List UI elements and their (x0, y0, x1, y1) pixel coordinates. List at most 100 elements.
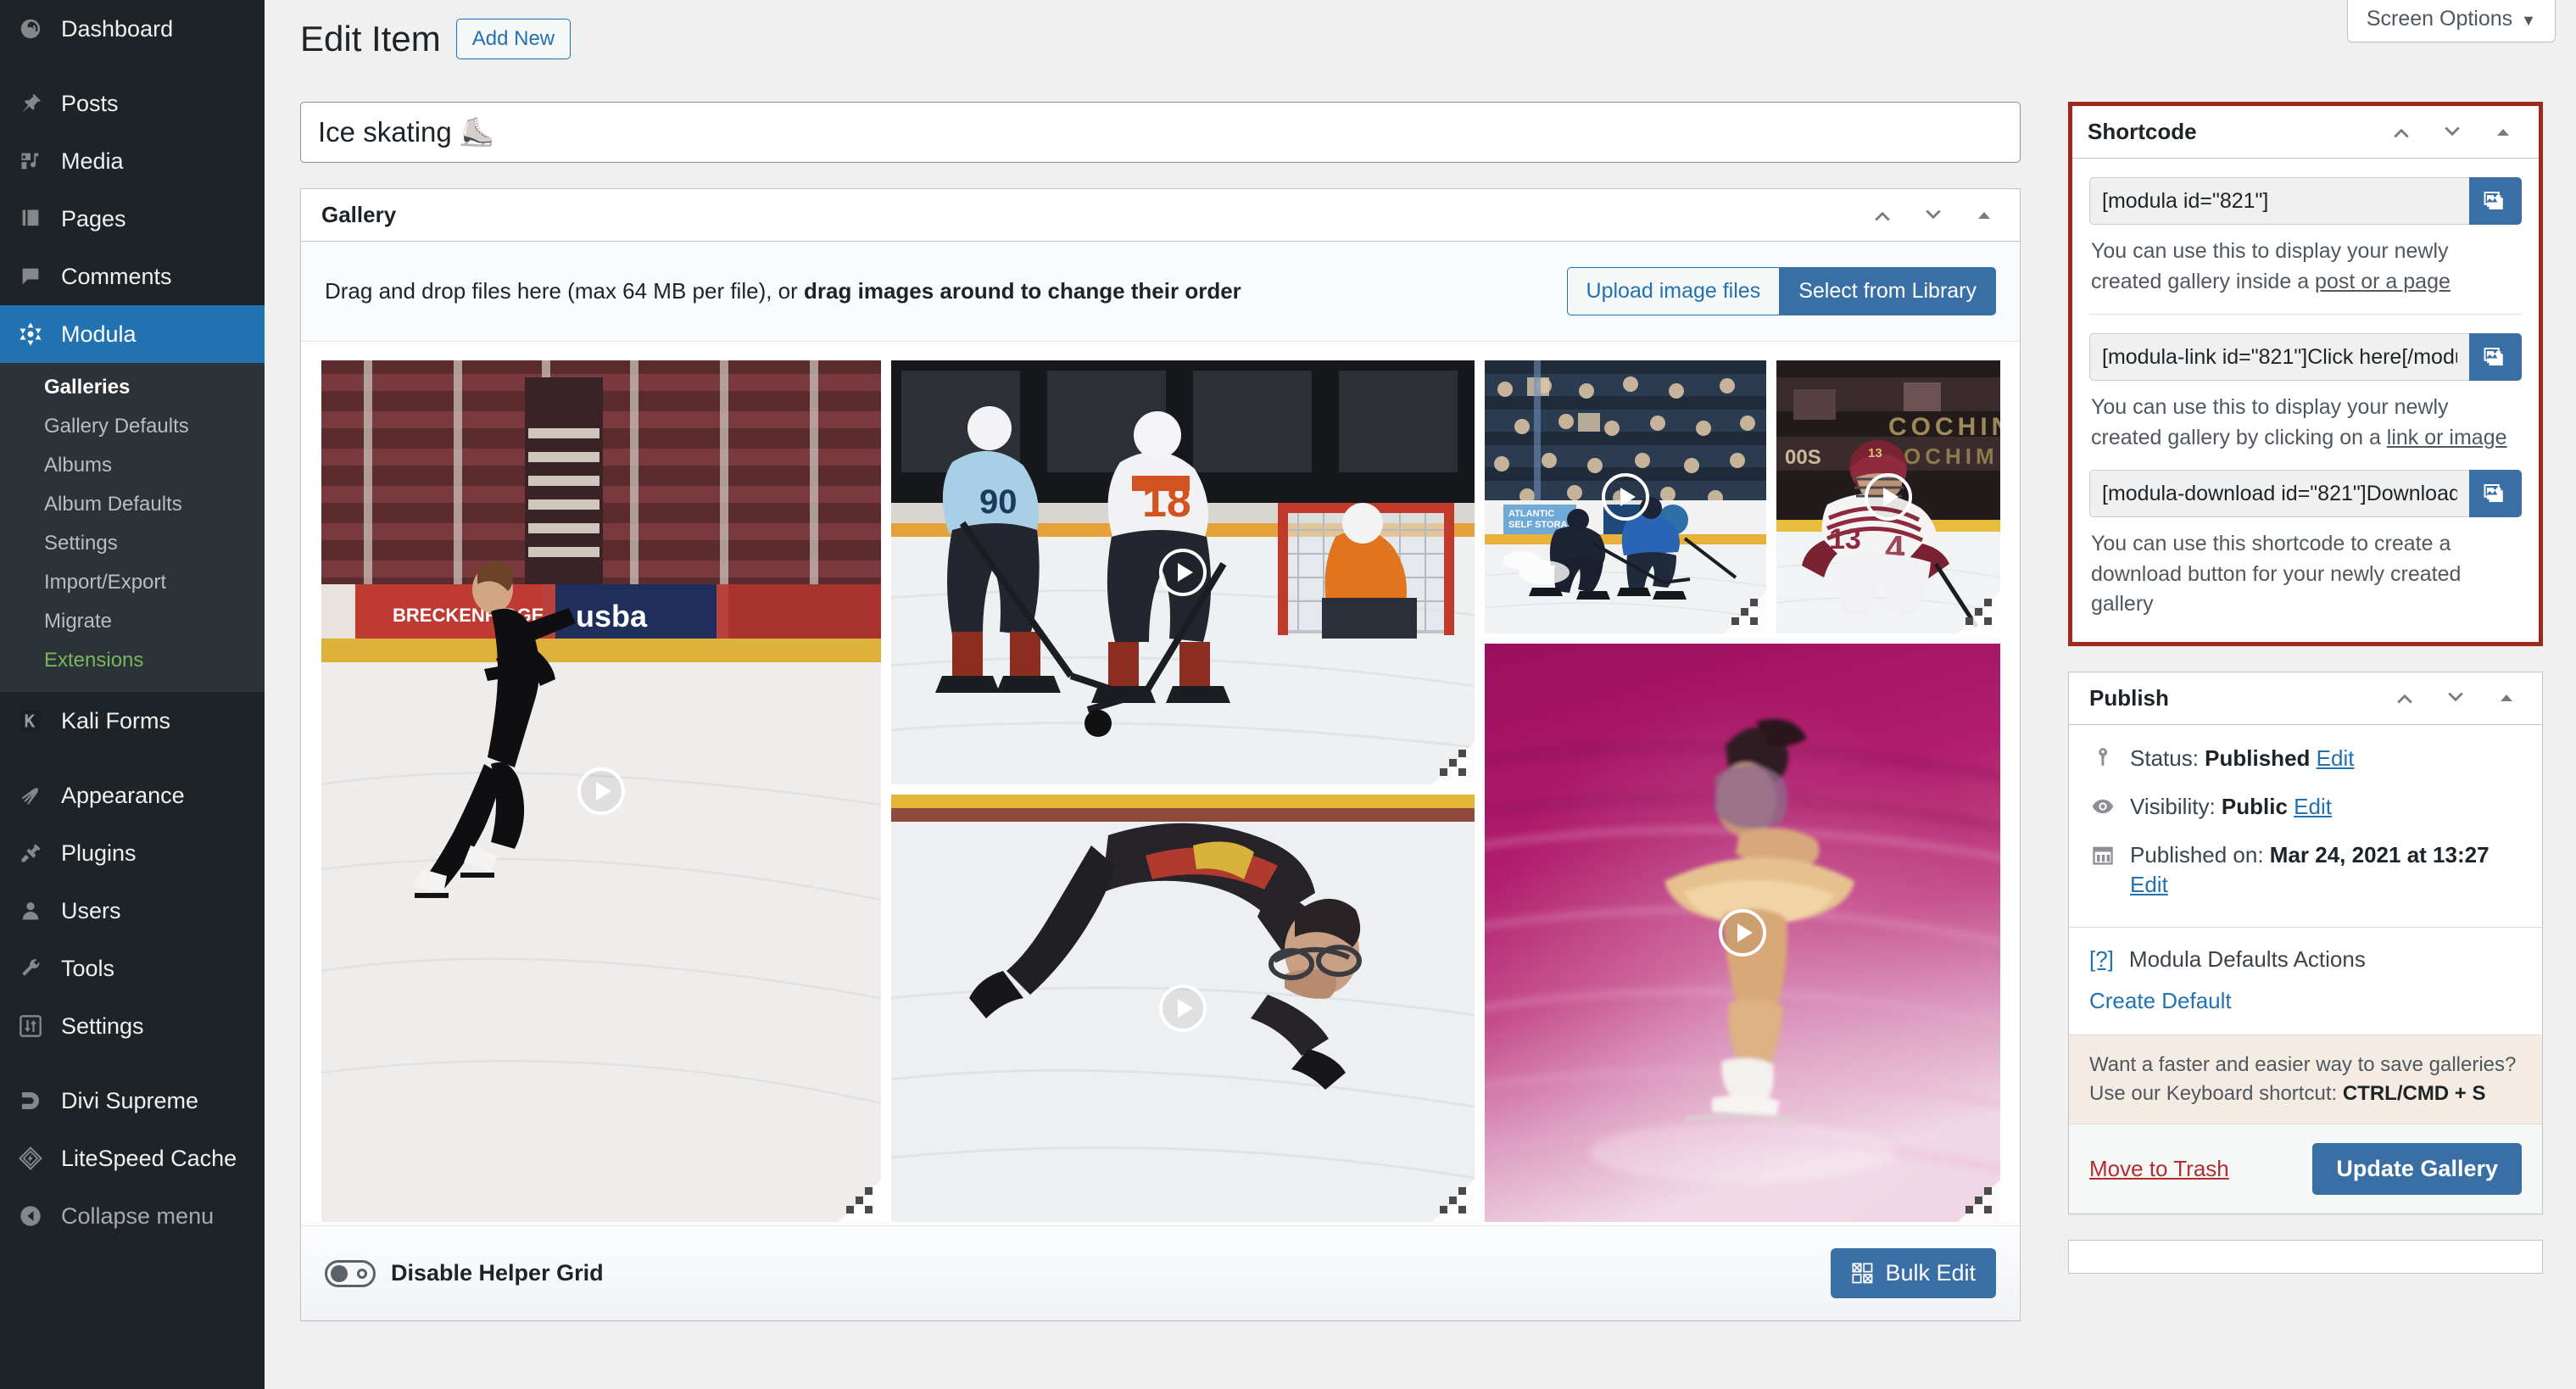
copy-shortcode-button[interactable] (2469, 470, 2522, 517)
copy-shortcode-button[interactable] (2469, 333, 2522, 381)
chevron-down-icon: ▼ (2521, 12, 2536, 29)
shortcode-row (2089, 470, 2522, 517)
collapse-panel-icon[interactable] (2481, 110, 2525, 154)
resize-handle-icon[interactable] (1432, 742, 1475, 784)
sidebar-divider (0, 750, 265, 767)
resize-handle-icon[interactable] (1958, 591, 2000, 633)
sidebar-item-settings[interactable]: Settings (0, 997, 265, 1055)
notice-line-2: Use our Keyboard shortcut: CTRL/CMD + S (2089, 1079, 2522, 1108)
submenu-item-import-export[interactable]: Import/Export (0, 563, 265, 602)
sidebar-item-plugins[interactable]: Plugins (0, 824, 265, 882)
main-column: Gallery Drag (300, 102, 2021, 1321)
gallery-panel-actions (1860, 193, 2006, 237)
gallery-item[interactable]: ATLANTIC SELF STORAGE (1485, 360, 1766, 633)
play-icon[interactable] (1865, 473, 1912, 521)
move-to-trash-link[interactable]: Move to Trash (2089, 1156, 2229, 1182)
gallery-item[interactable]: 18 90 (891, 360, 1475, 784)
sidebar-item-collapse-menu[interactable]: Collapse menu (0, 1187, 265, 1245)
move-up-icon[interactable] (2383, 676, 2427, 720)
screen-options-button[interactable]: Screen Options▼ (2347, 0, 2556, 42)
sidebar-item-label: Pages (61, 206, 126, 232)
sidebar-item-posts[interactable]: Posts (0, 75, 265, 132)
move-down-icon[interactable] (1911, 193, 1955, 237)
help-icon[interactable]: [?] (2089, 946, 2114, 973)
visibility-row: Visibility: Public Edit (2089, 792, 2522, 822)
create-default-link[interactable]: Create Default (2089, 988, 2232, 1014)
status-label: Status: (2130, 745, 2199, 771)
submenu-item-gallery-defaults[interactable]: Gallery Defaults (0, 407, 265, 446)
shortcode-gallery-input[interactable] (2089, 177, 2469, 225)
gallery-item[interactable] (1485, 644, 2000, 1222)
play-icon[interactable] (577, 767, 625, 815)
move-up-icon[interactable] (2379, 110, 2423, 154)
submenu-item-albums[interactable]: Albums (0, 446, 265, 485)
add-new-button[interactable]: Add New (456, 19, 571, 59)
play-icon[interactable] (1159, 549, 1207, 596)
submenu-item-album-defaults[interactable]: Album Defaults (0, 485, 265, 524)
comments-icon (12, 259, 49, 293)
sidebar-divider (0, 58, 265, 75)
visibility-value: Public (2222, 794, 2288, 819)
grid-edit-icon (1851, 1262, 1875, 1286)
move-up-icon[interactable] (1860, 193, 1904, 237)
resize-handle-icon[interactable] (1432, 1180, 1475, 1222)
copy-shortcode-button[interactable] (2469, 177, 2522, 225)
disable-helper-grid-toggle[interactable] (325, 1260, 376, 1287)
sidebar-item-modula[interactable]: Modula (0, 305, 265, 363)
update-gallery-button[interactable]: Update Gallery (2312, 1143, 2522, 1195)
shortcode-description: You can use this shortcode to create a d… (2091, 529, 2520, 620)
sidebar-item-label: LiteSpeed Cache (61, 1146, 237, 1172)
submenu-item-extensions[interactable]: Extensions (0, 641, 265, 680)
sidebar-item-tools[interactable]: Tools (0, 940, 265, 997)
submenu-item-settings[interactable]: Settings (0, 524, 265, 563)
shortcode-link-input[interactable] (2089, 333, 2469, 381)
select-from-library-button[interactable]: Select from Library (1779, 267, 1996, 315)
defaults-title-row: [?] Modula Defaults Actions (2089, 946, 2522, 973)
resize-handle-icon[interactable] (1724, 591, 1766, 633)
gallery-panel: Gallery Drag (300, 188, 2021, 1321)
play-icon[interactable] (1602, 473, 1649, 521)
resize-handle-icon[interactable] (1958, 1180, 2000, 1222)
collapse-panel-icon[interactable] (2484, 676, 2529, 720)
published-on-row: Published on: Mar 24, 2021 at 13:27 Edit (2089, 840, 2522, 900)
collapse-panel-icon[interactable] (1962, 193, 2006, 237)
copy-images-icon (2483, 344, 2508, 370)
submenu-item-migrate[interactable]: Migrate (0, 602, 265, 641)
submenu-item-galleries[interactable]: Galleries (0, 368, 265, 407)
move-down-icon[interactable] (2430, 110, 2474, 154)
play-icon[interactable] (1719, 909, 1766, 957)
edit-published-link[interactable]: Edit (2130, 872, 2168, 897)
link-or-image-link[interactable]: link or image (2387, 426, 2507, 449)
sidebar-item-label: Kali Forms (61, 708, 170, 734)
sidebar-item-dashboard[interactable]: Dashboard (0, 0, 265, 58)
gallery-item[interactable]: COCHIN OCHIM 00S (1776, 360, 2000, 633)
post-or-page-link[interactable]: post or a page (2315, 270, 2451, 293)
gallery-title-input[interactable] (300, 102, 2021, 163)
sidebar-item-media[interactable]: Media (0, 132, 265, 190)
sidebar-item-divi-supreme[interactable]: Divi Supreme (0, 1072, 265, 1130)
toggle-hole (357, 1269, 367, 1279)
sidebar-item-litespeed-cache[interactable]: LiteSpeed Cache (0, 1130, 265, 1187)
gallery-item[interactable]: BRECKENRIDGE usba (321, 360, 881, 1222)
sidebar-item-pages[interactable]: Pages (0, 190, 265, 248)
modula-submenu: Galleries Gallery Defaults Albums Album … (0, 363, 265, 692)
edit-visibility-link[interactable]: Edit (2294, 794, 2332, 819)
bulk-edit-button[interactable]: Bulk Edit (1831, 1248, 1996, 1298)
settings-icon (12, 1009, 49, 1043)
sidebar-item-users[interactable]: Users (0, 882, 265, 940)
sidebar-item-kali-forms[interactable]: Kali Forms (0, 692, 265, 750)
sidebar-item-appearance[interactable]: Appearance (0, 767, 265, 824)
upload-image-files-button[interactable]: Upload image files (1567, 267, 1780, 315)
notice-line-2-lead: Use our Keyboard shortcut: (2089, 1082, 2343, 1105)
status-text: Status: Published Edit (2130, 744, 2354, 773)
resize-handle-icon[interactable] (839, 1180, 881, 1222)
shortcode-download-input[interactable] (2089, 470, 2469, 517)
keyboard-shortcut-notice: Want a faster and easier way to save gal… (2069, 1035, 2542, 1124)
svg-text:COCHIN: COCHIN (1888, 413, 2000, 441)
move-down-icon[interactable] (2434, 676, 2478, 720)
play-icon[interactable] (1159, 985, 1207, 1032)
gallery-item[interactable] (891, 795, 1475, 1222)
edit-status-link[interactable]: Edit (2317, 745, 2355, 771)
svg-text:18: 18 (1142, 477, 1191, 527)
sidebar-item-comments[interactable]: Comments (0, 248, 265, 305)
